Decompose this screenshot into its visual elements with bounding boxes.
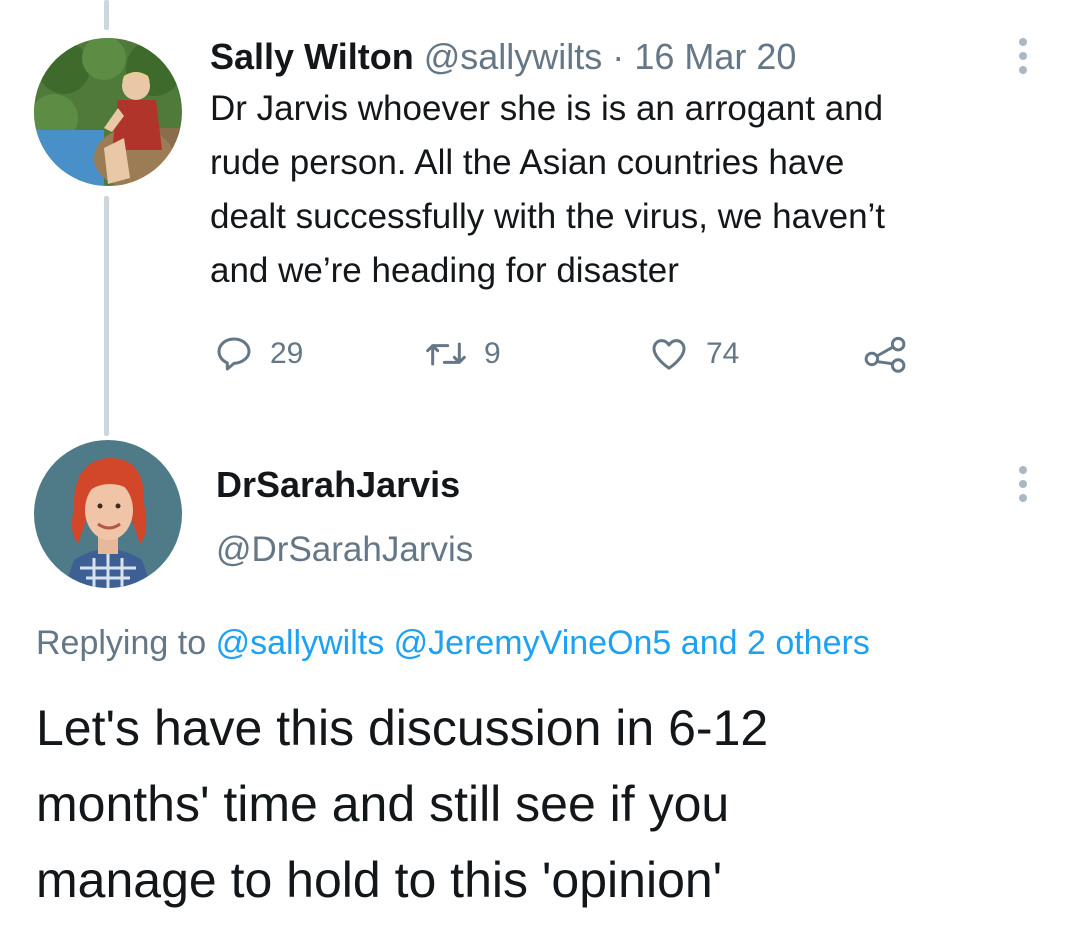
retweet-icon	[426, 342, 466, 366]
like-icon	[652, 339, 686, 370]
share-icon	[864, 336, 906, 373]
thread-line-top	[104, 0, 109, 30]
tweet1-separator: ·	[612, 36, 625, 77]
tweet1-text-line: rude person. All the Asian countries hav…	[210, 143, 845, 182]
tweet1-text-line: and we’re heading for disaster	[210, 251, 679, 290]
replying-to-prefix: Replying to	[36, 624, 207, 662]
tweet1-date[interactable]: 16 Mar 20	[634, 36, 796, 77]
thread-line-middle	[104, 196, 109, 436]
tweet1-text-line: Dr Jarvis whoever she is is an arrogant …	[210, 89, 884, 128]
like-count: 74	[706, 337, 740, 370]
retweet-count: 9	[484, 337, 501, 370]
tweet1-text-line: dealt successfully with the virus, we ha…	[210, 197, 886, 236]
tweet1-header: Sally Wilton @sallywilts · 16 Mar 20	[210, 36, 796, 78]
tweet2-text-line: Let's have this discussion in 6-12	[36, 700, 769, 756]
replying-to-others-link[interactable]: and 2 others	[681, 624, 870, 662]
like-button[interactable]: 74	[648, 334, 739, 374]
tweet2-text-line: manage to hold to this 'opinion'	[36, 852, 723, 908]
avatar-image	[34, 38, 182, 186]
tweet2-text: Let's have this discussion in 6-12 month…	[36, 690, 1046, 918]
tweet2-display-name[interactable]: DrSarahJarvis	[216, 464, 460, 506]
tweet2-handle[interactable]: @DrSarahJarvis	[216, 530, 473, 570]
share-button[interactable]	[862, 334, 908, 374]
more-options-icon[interactable]	[1018, 38, 1028, 74]
replying-to: Replying to @sallywilts @JeremyVineOn5 a…	[36, 624, 870, 663]
dr-sarah-jarvis-avatar[interactable]	[34, 440, 182, 588]
replying-to-link[interactable]: @JeremyVineOn5	[394, 624, 672, 662]
sally-wilton-avatar[interactable]	[34, 38, 182, 186]
replying-to-link[interactable]: @sallywilts	[216, 624, 385, 662]
more-options-icon[interactable]	[1018, 466, 1028, 502]
reply-icon	[217, 337, 251, 371]
tweet1-display-name[interactable]: Sally Wilton	[210, 36, 414, 77]
reply-count: 29	[270, 337, 304, 370]
avatar-image	[34, 440, 182, 588]
tweet1-handle[interactable]: @sallywilts	[424, 36, 603, 77]
reply-button[interactable]: 29	[214, 334, 303, 374]
tweet1-text: Dr Jarvis whoever she is is an arrogant …	[210, 82, 1030, 298]
retweet-button[interactable]: 9	[424, 334, 501, 374]
tweet2-text-line: months' time and still see if you	[36, 776, 730, 832]
